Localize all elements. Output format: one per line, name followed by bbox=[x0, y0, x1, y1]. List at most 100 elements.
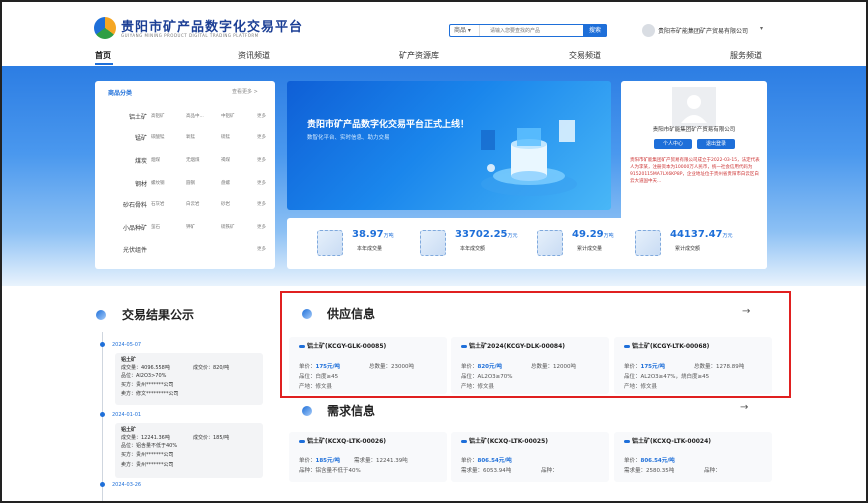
supply-total: 总数量：23000吨 bbox=[369, 364, 414, 370]
demand-grade: 品种：铝含量不低于40% bbox=[299, 468, 361, 474]
category-sub[interactable]: 白云岩 bbox=[186, 201, 200, 207]
carousel-dots[interactable] bbox=[307, 199, 337, 210]
user-icon bbox=[672, 87, 716, 127]
nav-item-news[interactable]: 资讯频道 bbox=[238, 50, 270, 61]
logo-icon[interactable] bbox=[94, 17, 116, 39]
supply-total: 总数量：12000吨 bbox=[531, 364, 576, 370]
category-sub[interactable]: 硫铁矿 bbox=[221, 224, 235, 230]
search-button[interactable]: 搜索 bbox=[583, 24, 607, 37]
stats-panel: 38.97万吨 本年成交量 33702.25万元 本年成交额 49.29万吨 累… bbox=[287, 218, 767, 269]
category-sub[interactable]: 萤石 bbox=[151, 224, 160, 230]
category-more[interactable]: 更多 bbox=[257, 157, 266, 163]
category-row[interactable]: 砂石骨料 石灰岩 白云岩 砂岩 更多 bbox=[95, 200, 275, 214]
category-name[interactable]: 小品种矿 bbox=[123, 223, 147, 232]
category-sub[interactable]: 高铝矿 bbox=[151, 113, 165, 119]
category-row[interactable]: 钢材 螺纹钢 圆钢 盘螺 更多 bbox=[95, 179, 275, 193]
supply-card[interactable]: 铝土矿(KCGY-LTK-00068) 单价：175元/吨 总数量：1278.8… bbox=[614, 337, 772, 394]
chevron-down-icon[interactable]: ▾ bbox=[760, 25, 763, 32]
supply-more-arrow[interactable]: → bbox=[742, 306, 750, 317]
category-sub[interactable]: 高品中... bbox=[186, 113, 204, 119]
category-name[interactable]: 煤炭 bbox=[135, 156, 147, 165]
nav-item-trading[interactable]: 交易频道 bbox=[569, 50, 601, 61]
demand-more-arrow[interactable]: → bbox=[740, 402, 748, 413]
nav-item-home[interactable]: 首页 bbox=[95, 50, 111, 61]
category-more-link[interactable]: 查看更多 > bbox=[232, 88, 258, 95]
category-more[interactable]: 更多 bbox=[257, 180, 266, 186]
demand-card[interactable]: 铝土矿(KCXQ-LTK-00024) 单价：806.54元/吨 需求量：258… bbox=[614, 432, 772, 482]
category-sub[interactable]: 圆钢 bbox=[186, 180, 195, 186]
supply-card[interactable]: 铝土矿2024(KCGY-DLK-00084) 单价：820元/吨 总数量：12… bbox=[451, 337, 609, 394]
category-sub[interactable]: 钾矿 bbox=[186, 224, 195, 230]
category-more[interactable]: 更多 bbox=[257, 113, 266, 119]
product-icon bbox=[624, 345, 630, 348]
result-grade: 品位：Al2O3>70% bbox=[121, 373, 167, 379]
category-sub[interactable]: 烟煤 bbox=[151, 157, 160, 163]
hero-banner[interactable]: 贵阳市矿产品数字化交易平台正式上线！ 数智化平台、实时信息、助力交易 bbox=[287, 81, 611, 210]
category-sub[interactable]: 硫锰 bbox=[221, 134, 230, 140]
demand-card-title[interactable]: 铝土矿(KCXQ-LTK-00025) bbox=[469, 438, 548, 445]
nav-item-resources[interactable]: 矿产资源库 bbox=[399, 50, 439, 61]
stat-item: 44137.47万元 累计成交额 bbox=[605, 228, 733, 258]
category-sub[interactable]: 石灰岩 bbox=[151, 201, 165, 207]
user-avatar[interactable] bbox=[642, 24, 655, 37]
timeline-dot bbox=[100, 482, 105, 487]
platform-illustration bbox=[481, 120, 577, 196]
category-sub[interactable]: 碳酸锰 bbox=[151, 134, 165, 140]
category-sub[interactable]: 中铝矿 bbox=[221, 113, 235, 119]
stat-item: 38.97万吨 本年成交量 bbox=[287, 228, 402, 258]
personal-center-button[interactable]: 个人中心 bbox=[654, 139, 692, 149]
supply-card-title[interactable]: 铝土矿(KCGY-LTK-00068) bbox=[632, 343, 709, 350]
category-name[interactable]: 锰矿 bbox=[135, 133, 147, 142]
search-type-select[interactable]: 商品 ▾ bbox=[450, 25, 480, 36]
category-sub[interactable]: 螺纹钢 bbox=[151, 180, 165, 186]
category-sub[interactable]: 盘螺 bbox=[221, 180, 230, 186]
demand-card[interactable]: 铝土矿(KCXQ-LTK-00025) 单价：806.54元/吨 需求量：605… bbox=[451, 432, 609, 482]
category-name[interactable]: 铝土矿 bbox=[129, 112, 147, 121]
category-more[interactable]: 更多 bbox=[257, 246, 266, 252]
demand-total: 需求量：2580.35吨 bbox=[624, 468, 675, 474]
supply-title: 供应信息 bbox=[327, 307, 376, 321]
supply-grade: 品位：AL2O3≥70% bbox=[461, 374, 513, 380]
category-row[interactable]: 煤炭 烟煤 无烟煤 褐煤 更多 bbox=[95, 156, 275, 170]
category-more[interactable]: 更多 bbox=[257, 134, 266, 140]
category-sub[interactable]: 褐煤 bbox=[221, 157, 230, 163]
category-row[interactable]: 锰矿 碳酸锰 氧锰 硫锰 更多 bbox=[95, 133, 275, 147]
chart-icon bbox=[635, 230, 661, 256]
demand-card[interactable]: 铝土矿(KCXQ-LTK-00026) 单价：185元/吨 需求量：12241.… bbox=[289, 432, 447, 482]
demand-card-title[interactable]: 铝土矿(KCXQ-LTK-00024) bbox=[632, 438, 711, 445]
product-icon bbox=[461, 345, 467, 348]
logout-button[interactable]: 退出登录 bbox=[697, 139, 735, 149]
result-name: 铝土矿 bbox=[121, 357, 137, 363]
nav-item-service[interactable]: 服务频道 bbox=[730, 50, 762, 61]
supply-card-title[interactable]: 铝土矿2024(KCGY-DLK-00084) bbox=[469, 343, 565, 350]
supply-grade: 品位：白度≥45 bbox=[299, 374, 339, 380]
demand-total: 需求量：6053.94吨 bbox=[461, 468, 512, 474]
category-row[interactable]: 小品种矿 萤石 钾矿 硫铁矿 更多 bbox=[95, 223, 275, 237]
category-sub[interactable]: 砂岩 bbox=[221, 201, 230, 207]
category-name[interactable]: 砂石骨料 bbox=[123, 200, 147, 209]
category-more[interactable]: 更多 bbox=[257, 224, 266, 230]
category-sub[interactable]: 无烟煤 bbox=[186, 157, 200, 163]
supply-card[interactable]: 铝土矿(KCGY-GLK-00085) 单价：175元/吨 总数量：23000吨… bbox=[289, 337, 447, 394]
result-card[interactable]: 铝土矿 成交量：12241.36吨 成交价：185/吨 品位：铝含量不低于40%… bbox=[115, 423, 263, 478]
result-buyer: 买方：贵州*******公司 bbox=[121, 382, 174, 388]
result-card[interactable]: 铝土矿 成交量：4096.558吨 成交价：820/吨 品位：Al2O3>70%… bbox=[115, 353, 263, 405]
supply-card-title[interactable]: 铝土矿(KCGY-GLK-00085) bbox=[307, 343, 386, 350]
category-row[interactable]: 光伏组件 更多 bbox=[95, 245, 275, 259]
demand-card-title[interactable]: 铝土矿(KCXQ-LTK-00026) bbox=[307, 438, 386, 445]
timeline-date: 2024-05-07 bbox=[112, 342, 142, 348]
user-company[interactable]: 贵阳市矿能集团矿产贸易有限公司 bbox=[658, 26, 748, 35]
nav-active-indicator bbox=[95, 63, 113, 65]
timeline-dot bbox=[100, 342, 105, 347]
search-input[interactable] bbox=[482, 25, 572, 36]
category-name[interactable]: 光伏组件 bbox=[123, 245, 147, 254]
category-more[interactable]: 更多 bbox=[257, 201, 266, 207]
category-row[interactable]: 铝土矿 高铝矿 高品中... 中铝矿 更多 bbox=[95, 112, 275, 126]
product-icon bbox=[299, 345, 305, 348]
category-sub[interactable]: 氧锰 bbox=[186, 134, 195, 140]
banner-subtitle: 数智化平台、实时信息、助力交易 bbox=[307, 135, 390, 141]
chart-icon bbox=[317, 230, 343, 256]
category-name[interactable]: 钢材 bbox=[135, 179, 147, 188]
page: 贵阳市矿产品数字化交易平台 GUIYANG MINING PRODUCT DIG… bbox=[0, 0, 868, 503]
result-name: 铝土矿 bbox=[121, 427, 137, 433]
